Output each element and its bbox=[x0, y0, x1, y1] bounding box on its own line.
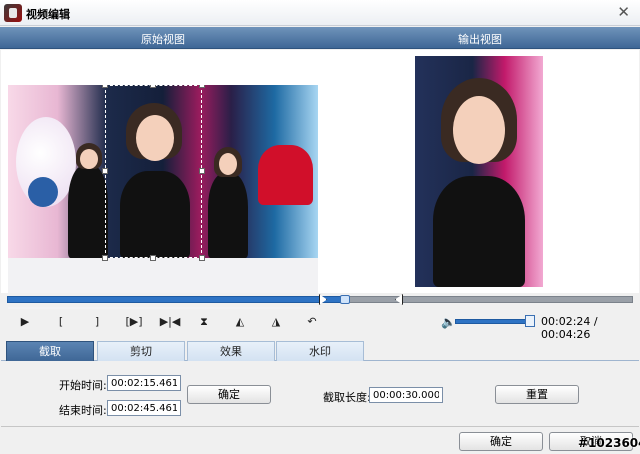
timeline-progress bbox=[7, 296, 345, 303]
volume-icon[interactable]: 🔈 bbox=[441, 315, 456, 329]
crop-handle-top-right[interactable] bbox=[199, 85, 205, 88]
play-selection-icon[interactable]: [▶] bbox=[121, 313, 147, 331]
output-video-frame bbox=[415, 56, 543, 287]
mark-out-icon[interactable]: ] bbox=[87, 313, 107, 331]
person-right bbox=[208, 173, 248, 258]
current-time: 00:02:24 bbox=[541, 315, 591, 328]
flip-vertical-icon[interactable]: ⧗ bbox=[194, 313, 214, 331]
output-face bbox=[453, 96, 505, 164]
playback-controls: ▶ [ ] [▶] ▶|◀ ⧗ ◭ ◮ ↶ 🔈 00:02:24 / 00:04… bbox=[1, 309, 639, 341]
reset-button[interactable]: 重置 bbox=[495, 385, 579, 404]
crop-rectangle[interactable] bbox=[102, 85, 205, 261]
face-right bbox=[219, 153, 237, 175]
crop-handle-left[interactable] bbox=[102, 168, 108, 174]
tab-clip[interactable]: 截取 bbox=[6, 341, 94, 361]
ok-button[interactable]: 确定 bbox=[459, 432, 543, 451]
crop-handle-right[interactable] bbox=[199, 168, 205, 174]
tab-crop[interactable]: 剪切 bbox=[97, 341, 185, 361]
volume-knob[interactable] bbox=[525, 315, 535, 327]
view-header: 原始视图 输出视图 bbox=[0, 27, 640, 49]
undo-icon[interactable]: ↶ bbox=[302, 313, 322, 331]
person-left bbox=[68, 165, 108, 258]
clip-length-label: 截取长度: bbox=[323, 391, 371, 404]
output-person bbox=[433, 176, 525, 287]
edit-tabs: 截取 剪切 效果 水印 bbox=[1, 341, 639, 361]
output-view-label: 输出视图 bbox=[458, 33, 502, 46]
clip-panel: 开始时间: 结束时间: 确定 截取长度: 重置 bbox=[1, 362, 639, 424]
time-readout: 00:02:24 / 00:04:26 bbox=[541, 315, 639, 341]
start-time-label: 开始时间: bbox=[59, 379, 107, 392]
original-view-label: 原始视图 bbox=[141, 33, 185, 46]
end-time-label: 结束时间: bbox=[59, 404, 107, 417]
play-icon[interactable]: ▶ bbox=[15, 313, 35, 331]
crop-handle-bottom-right[interactable] bbox=[199, 255, 205, 261]
mark-in-icon[interactable]: [ bbox=[51, 313, 71, 331]
crop-handle-bottom-left[interactable] bbox=[102, 255, 108, 261]
app-icon bbox=[4, 4, 22, 22]
timeline[interactable] bbox=[1, 293, 639, 307]
rotate-right-icon[interactable]: ◮ bbox=[266, 313, 286, 331]
face-left bbox=[80, 149, 98, 169]
crop-handle-top-left[interactable] bbox=[102, 85, 108, 88]
gift-badge bbox=[28, 177, 58, 207]
time-separator: / bbox=[593, 315, 598, 328]
original-video-frame[interactable] bbox=[8, 85, 318, 309]
crop-handle-top[interactable] bbox=[150, 85, 156, 88]
volume-slider[interactable] bbox=[455, 319, 535, 324]
confirm-clip-button[interactable]: 确定 bbox=[187, 385, 271, 404]
close-icon[interactable]: ✕ bbox=[617, 3, 630, 21]
image-watermark: #1023604 bbox=[578, 436, 640, 450]
crop-handle-bottom[interactable] bbox=[150, 255, 156, 261]
total-time: 00:04:26 bbox=[541, 328, 591, 341]
title-bar: 视频编辑 ✕ bbox=[0, 0, 640, 26]
preview-area bbox=[1, 50, 639, 309]
playhead[interactable] bbox=[340, 295, 350, 304]
clip-length-field[interactable] bbox=[369, 387, 443, 403]
heart-decoration bbox=[258, 145, 313, 205]
rotate-left-icon[interactable]: ◭ bbox=[230, 313, 250, 331]
jump-icon[interactable]: ▶|◀ bbox=[157, 313, 183, 331]
tab-effects[interactable]: 效果 bbox=[187, 341, 275, 361]
start-time-field[interactable] bbox=[107, 375, 181, 391]
window-title: 视频编辑 bbox=[26, 8, 70, 21]
footer-divider bbox=[1, 426, 639, 427]
end-time-field[interactable] bbox=[107, 400, 181, 416]
tab-watermark[interactable]: 水印 bbox=[276, 341, 364, 361]
